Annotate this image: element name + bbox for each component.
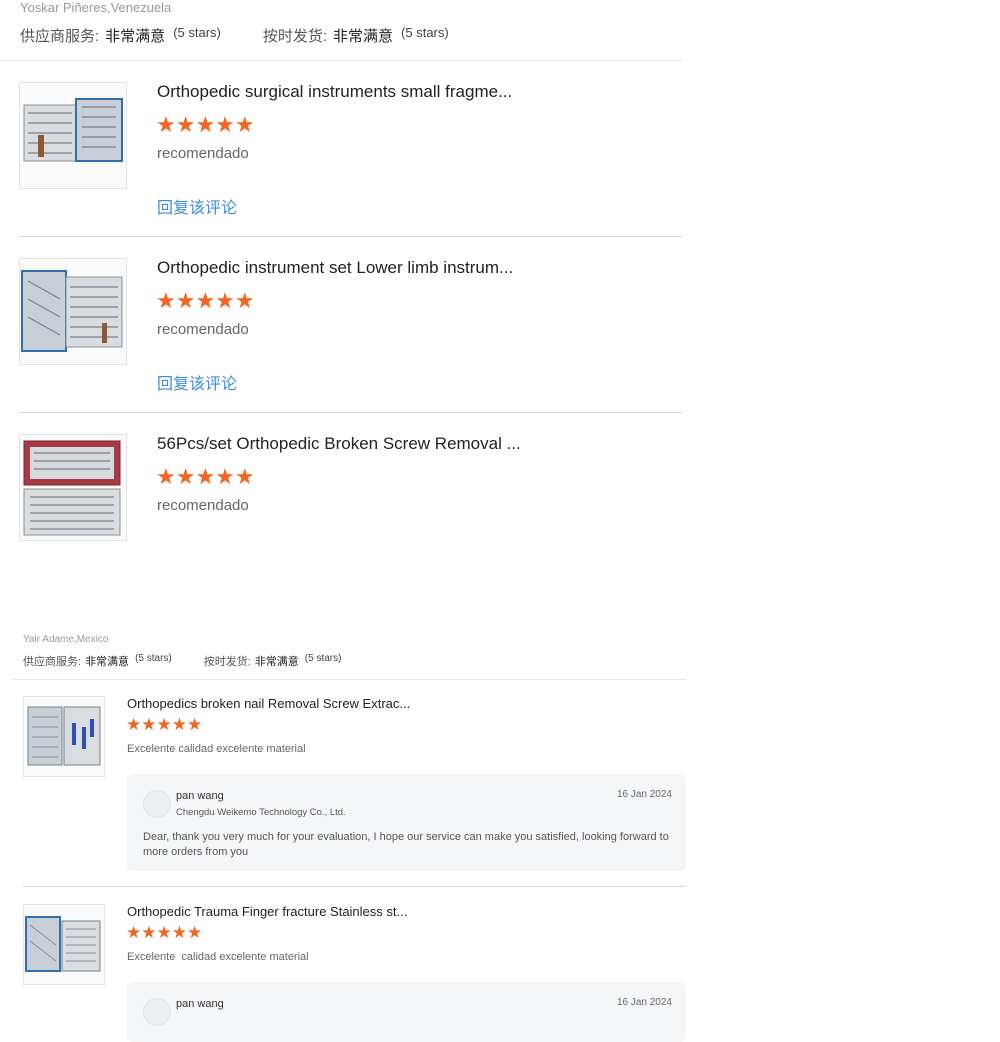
- supplier-service-value: 非常满意: [105, 28, 166, 45]
- reply-date: 16 Jan 2024: [616, 997, 672, 1008]
- star-rating: ★★★★★: [156, 112, 255, 137]
- instrument-tray-icon: [25, 916, 101, 972]
- product-title[interactable]: Orthopedic instrument set Lower limb ins…: [157, 258, 513, 278]
- instrument-tray-icon: [27, 706, 101, 766]
- divider: [19, 236, 682, 237]
- review-comment: Excelente calidad excelente material: [127, 951, 309, 963]
- reply-review-link[interactable]: 回复该评论: [157, 194, 237, 218]
- instrument-tray-icon: [21, 270, 123, 352]
- product-thumbnail[interactable]: [19, 82, 127, 189]
- product-thumbnail[interactable]: [23, 904, 105, 985]
- supplier-service-stars: (5 stars): [173, 25, 221, 40]
- product-thumbnail[interactable]: [19, 434, 127, 541]
- star-rating: ★★★★★: [126, 715, 203, 734]
- reply-date: 16 Jan 2024: [616, 789, 672, 800]
- seller-reply: pan wang Chengdu Weikemo Technology Co.,…: [127, 774, 686, 871]
- review-item: 56Pcs/set Orthopedic Broken Screw Remova…: [19, 434, 682, 541]
- supplier-service-stars: (5 stars): [135, 653, 172, 664]
- product-thumbnail[interactable]: [23, 696, 105, 777]
- delivery-value: 非常满意: [333, 28, 394, 45]
- supplier-service-value: 非常满意: [85, 656, 130, 668]
- review-item: Orthopedics broken nail Removal Screw Ex…: [23, 696, 686, 872]
- seller-reply: pan wang 16 Jan 2024: [127, 982, 686, 1042]
- star-rating: ★★★★★: [156, 288, 255, 313]
- product-title[interactable]: Orthopedics broken nail Removal Screw Ex…: [127, 696, 410, 711]
- reviewer-name: Yoskar Piñeres,Venezuela: [20, 0, 172, 15]
- reply-company: Chengdu Weikemo Technology Co., Ltd.: [176, 807, 346, 818]
- divider: [0, 60, 682, 61]
- avatar: [143, 998, 171, 1026]
- star-rating: ★★★★★: [126, 923, 203, 942]
- reply-text: Dear, thank you very much for your evalu…: [143, 831, 669, 858]
- divider: [19, 412, 682, 413]
- product-title[interactable]: 56Pcs/set Orthopedic Broken Screw Remova…: [157, 434, 521, 454]
- delivery-stars: (5 stars): [304, 653, 342, 664]
- review-item: Orthopedic instrument set Lower limb ins…: [19, 258, 682, 393]
- divider: [23, 886, 686, 887]
- product-thumbnail[interactable]: [19, 258, 127, 365]
- divider: [11, 679, 686, 680]
- rating-summary: 供应商服务: 非常满意 (5 stars) 按时发货: 非常满意 (5 star…: [23, 653, 341, 669]
- review-item: Orthopedic Trauma Finger fracture Stainl…: [23, 904, 686, 1042]
- avatar: [143, 790, 171, 818]
- instrument-tray-icon: [23, 98, 123, 162]
- review-item: Orthopedic surgical instruments small fr…: [19, 82, 682, 217]
- delivery-stars: (5 stars): [401, 25, 449, 40]
- reply-author: pan wang: [176, 790, 224, 802]
- delivery-label: 按时发货:: [203, 656, 251, 668]
- rating-summary: 供应商服务: 非常满意 (5 stars) 按时发货: 非常满意 (5 star…: [20, 25, 449, 46]
- star-rating: ★★★★★: [156, 464, 255, 489]
- review-comment: Excelente calidad excelente material: [127, 743, 306, 755]
- review-comment: recomendado: [157, 321, 249, 338]
- supplier-service-label: 供应商服务:: [23, 656, 82, 668]
- review-comment: recomendado: [157, 497, 249, 514]
- product-title[interactable]: Orthopedic surgical instruments small fr…: [157, 82, 512, 102]
- review-comment: recomendado: [157, 145, 249, 162]
- reviewer-name: Yair Adame,Mexico: [23, 634, 109, 645]
- delivery-value: 非常满意: [254, 656, 299, 668]
- reply-review-link[interactable]: 回复该评论: [157, 370, 237, 394]
- product-title[interactable]: Orthopedic Trauma Finger fracture Stainl…: [127, 904, 407, 919]
- supplier-service-label: 供应商服务:: [20, 28, 100, 45]
- delivery-label: 按时发货:: [262, 28, 328, 45]
- instrument-tray-icon: [23, 440, 121, 536]
